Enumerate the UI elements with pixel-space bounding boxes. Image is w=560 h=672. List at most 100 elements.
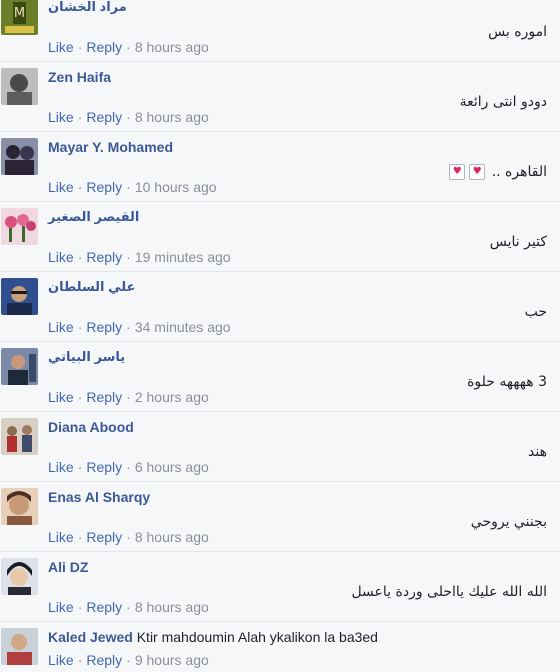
- comment-text: دودو انتى رائعة: [459, 94, 547, 110]
- timestamp[interactable]: 8 hours ago: [135, 109, 209, 125]
- comment-item: Diana Abood هند Like · Reply · 6 hours ago: [0, 412, 560, 482]
- comment-actions: Like · Reply · 10 hours ago: [48, 179, 217, 195]
- comment-actions: Like · Reply · 9 hours ago: [48, 652, 209, 668]
- like-link[interactable]: Like: [48, 109, 74, 125]
- comment-actions: Like · Reply · 2 hours ago: [48, 389, 209, 405]
- commenter-name[interactable]: علي السلطان: [48, 279, 135, 295]
- comment-actions: Like · Reply · 34 minutes ago: [48, 319, 231, 335]
- comment-text: كتير نايس: [489, 234, 547, 250]
- timestamp[interactable]: 8 hours ago: [135, 529, 209, 545]
- avatar[interactable]: [1, 488, 38, 525]
- comment-text: بجنني يروحي: [470, 514, 547, 530]
- commenter-name[interactable]: Enas Al Sharqy: [48, 489, 150, 505]
- separator-dot: ·: [126, 652, 131, 668]
- comment-item: القيصر الصغير كتير نايس Like · Reply · 19 mi…: [0, 202, 560, 272]
- separator-dot: ·: [77, 39, 83, 55]
- separator-dot: ·: [77, 249, 83, 265]
- comment-item: M مراد الخشان اموره بس Like · Reply · 8 hour…: [0, 0, 560, 62]
- reply-link[interactable]: Reply: [86, 459, 122, 475]
- like-link[interactable]: Like: [48, 599, 74, 615]
- like-link[interactable]: Like: [48, 179, 74, 195]
- timestamp[interactable]: 6 hours ago: [135, 459, 209, 475]
- commenter-name[interactable]: مراد الخشان: [48, 0, 127, 15]
- comment-text: Ktir mahdoumin Alah ykalikon la ba3ed: [136, 629, 378, 645]
- like-link[interactable]: Like: [48, 249, 74, 265]
- reply-link[interactable]: Reply: [86, 599, 122, 615]
- avatar[interactable]: [1, 628, 38, 665]
- timestamp[interactable]: 34 minutes ago: [135, 319, 231, 335]
- comment-text: اموره بس: [488, 24, 547, 40]
- separator-dot: ·: [77, 652, 83, 668]
- timestamp[interactable]: 2 hours ago: [135, 389, 209, 405]
- reply-link[interactable]: Reply: [86, 249, 122, 265]
- comment-text: هند: [528, 444, 547, 460]
- like-link[interactable]: Like: [48, 652, 74, 668]
- separator-dot: ·: [77, 109, 83, 125]
- comment-item: ياسر البياتي 3 ههههه حلوة Like · Reply · 2 h…: [0, 342, 560, 412]
- avatar[interactable]: [1, 348, 38, 385]
- commenter-name[interactable]: القيصر الصغير: [48, 209, 139, 225]
- commenter-name[interactable]: Diana Abood: [48, 419, 134, 435]
- comment-text: الله الله عليك يااحلى وردة ياعسل: [351, 584, 547, 600]
- like-link[interactable]: Like: [48, 319, 74, 335]
- separator-dot: ·: [126, 249, 131, 265]
- comment-item: Ali DZ الله الله عليك يااحلى وردة ياعسل …: [0, 552, 560, 622]
- separator-dot: ·: [126, 459, 131, 475]
- comment-item: Kaled Jewed Ktir mahdoumin Alah ykalikon…: [0, 622, 560, 672]
- reply-link[interactable]: Reply: [86, 529, 122, 545]
- reply-link[interactable]: Reply: [86, 389, 122, 405]
- comment-text: 3 ههههه حلوة: [467, 374, 547, 390]
- timestamp[interactable]: 8 hours ago: [135, 39, 209, 55]
- like-link[interactable]: Like: [48, 389, 74, 405]
- avatar[interactable]: [1, 558, 38, 595]
- comment-text: حب: [524, 304, 547, 320]
- separator-dot: ·: [77, 179, 83, 195]
- avatar[interactable]: [1, 278, 38, 315]
- timestamp[interactable]: 10 hours ago: [135, 179, 217, 195]
- svg-text:M: M: [14, 6, 25, 21]
- separator-dot: ·: [77, 319, 83, 335]
- heart-emoji-icon: ♥: [469, 164, 486, 180]
- commenter-name[interactable]: Mayar Y. Mohamed: [48, 139, 173, 155]
- separator-dot: ·: [126, 529, 131, 545]
- like-link[interactable]: Like: [48, 529, 74, 545]
- reply-link[interactable]: Reply: [86, 652, 122, 668]
- like-link[interactable]: Like: [48, 39, 74, 55]
- timestamp[interactable]: 9 hours ago: [135, 652, 209, 668]
- comment-actions: Like · Reply · 6 hours ago: [48, 459, 209, 475]
- avatar[interactable]: [1, 68, 38, 105]
- reply-link[interactable]: Reply: [86, 319, 122, 335]
- like-link[interactable]: Like: [48, 459, 74, 475]
- separator-dot: ·: [126, 109, 131, 125]
- avatar[interactable]: M: [1, 0, 38, 35]
- comment-item: علي السلطان حب Like · Reply · 34 minutes ago: [0, 272, 560, 342]
- commenter-name[interactable]: ياسر البياتي: [48, 349, 125, 365]
- commenter-name-text[interactable]: Kaled Jewed: [48, 629, 133, 645]
- separator-dot: ·: [126, 179, 131, 195]
- comment-actions: Like · Reply · 8 hours ago: [48, 599, 209, 615]
- comment-actions: Like · Reply · 8 hours ago: [48, 109, 209, 125]
- commenter-name[interactable]: Kaled Jewed Ktir mahdoumin Alah ykalikon…: [48, 629, 378, 645]
- timestamp[interactable]: 19 minutes ago: [135, 249, 231, 265]
- reply-link[interactable]: Reply: [86, 39, 122, 55]
- comment-item: Mayar Y. Mohamed القاهره .. ♥♥ Like · Repl…: [0, 132, 560, 202]
- avatar[interactable]: [1, 138, 38, 175]
- comment-item: Zen Haifa دودو انتى رائعة Like · Reply · 8 h…: [0, 62, 560, 132]
- comment-item: Enas Al Sharqy بجنني يروحي Like · Reply · 8 …: [0, 482, 560, 552]
- comment-list: M مراد الخشان اموره بس Like · Reply · 8 hour…: [0, 0, 560, 672]
- avatar[interactable]: [1, 208, 38, 245]
- heart-emoji-icon: ♥: [449, 164, 466, 180]
- comment-actions: Like · Reply · 19 minutes ago: [48, 249, 231, 265]
- separator-dot: ·: [126, 39, 131, 55]
- separator-dot: ·: [77, 529, 83, 545]
- comment-text: القاهره .. ♥♥: [447, 164, 547, 180]
- separator-dot: ·: [77, 599, 83, 615]
- avatar[interactable]: [1, 418, 38, 455]
- comment-actions: Like · Reply · 8 hours ago: [48, 529, 209, 545]
- reply-link[interactable]: Reply: [86, 109, 122, 125]
- separator-dot: ·: [77, 459, 83, 475]
- reply-link[interactable]: Reply: [86, 179, 122, 195]
- timestamp[interactable]: 8 hours ago: [135, 599, 209, 615]
- commenter-name[interactable]: Zen Haifa: [48, 69, 111, 85]
- commenter-name[interactable]: Ali DZ: [48, 559, 88, 575]
